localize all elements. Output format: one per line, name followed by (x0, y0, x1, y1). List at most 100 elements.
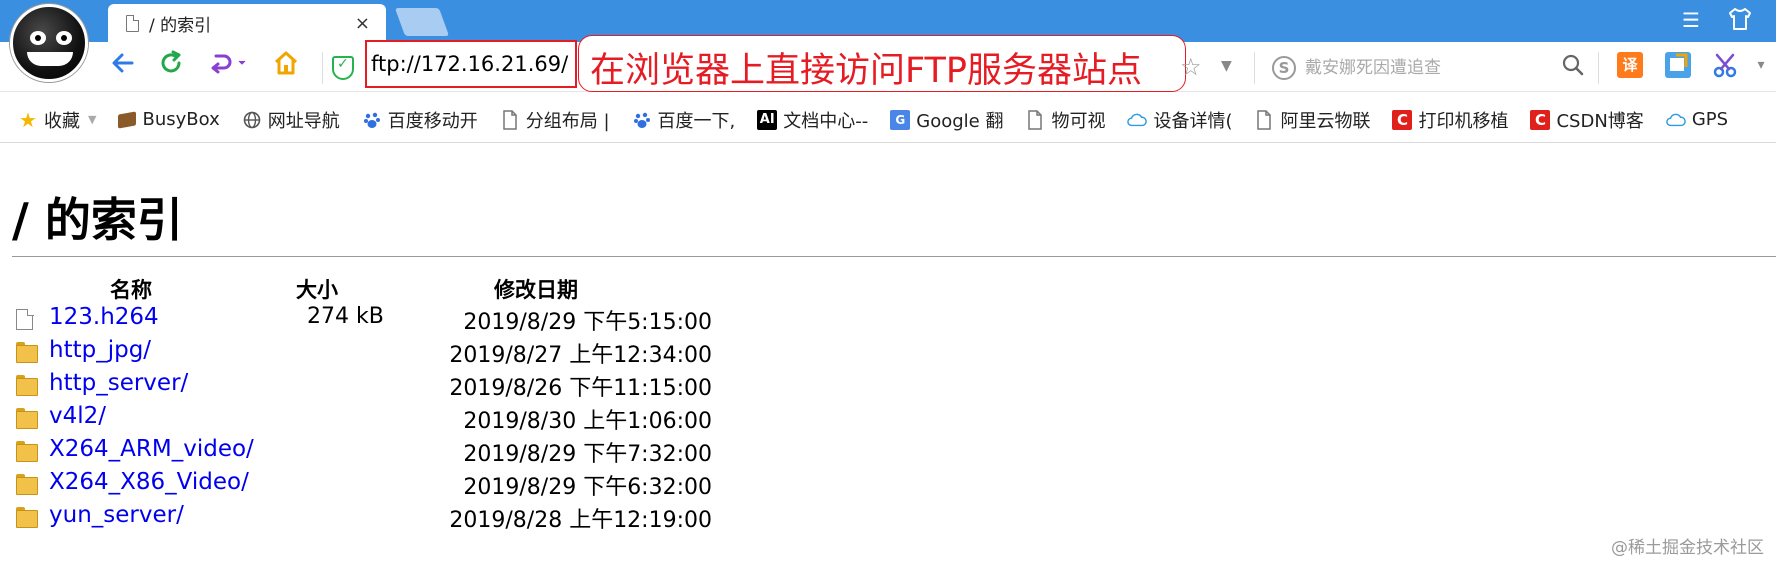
bookmark-item[interactable]: 百度一下, (632, 107, 736, 133)
entry-date: 2019/8/29 下午7:32:00 (463, 442, 712, 467)
bookmark-item[interactable]: ★ 收藏 ▼ (18, 107, 96, 133)
home-button[interactable] (273, 50, 299, 84)
bookmark-label: CSDN博客 (1556, 110, 1644, 132)
bookmark-item[interactable]: 设备详情( (1127, 107, 1232, 133)
entry-link[interactable]: X264_ARM_video/ (49, 436, 254, 462)
bookmark-item[interactable]: 物可视 (1025, 107, 1105, 133)
security-shield-icon[interactable] (332, 56, 354, 80)
undo-close-button[interactable] (208, 50, 248, 84)
entry-date: 2019/8/29 下午6:32:00 (463, 475, 712, 500)
tab-active[interactable]: / 的索引 × (108, 4, 386, 42)
bookmark-label: 收藏 (44, 110, 80, 132)
entry-link[interactable]: X264_X86_Video/ (49, 469, 249, 495)
table-row: 123.h264 274 kB 2019/8/29 下午5:15:00 (12, 304, 712, 337)
page-icon (1254, 109, 1274, 130)
bookmark-label: 文档中心-- (783, 110, 869, 132)
bookmark-item[interactable]: 网址导航 (242, 107, 340, 133)
bookmark-item[interactable]: 分组布局 | (500, 107, 610, 133)
screenshot-extension-icon[interactable] (1665, 52, 1691, 78)
bookmark-item[interactable]: 阿里云物联 (1254, 107, 1370, 133)
bookmark-label: 设备详情( (1153, 110, 1233, 132)
table-row: v4l2/2019/8/30 上午1:06:00 (12, 403, 712, 436)
bookmark-item[interactable]: BusyBox (118, 109, 220, 130)
callout-text: 在浏览器上直接访问FTP服务器站点 (590, 51, 1143, 91)
chevron-down-icon[interactable]: ▼ (88, 113, 96, 126)
bookmark-label: Google 翻 (916, 110, 1004, 132)
bookmark-item[interactable]: GPS (1666, 109, 1728, 130)
file-icon (16, 308, 34, 330)
csdn-icon: C (1392, 109, 1413, 130)
bookmark-item[interactable]: C 打印机移植 (1392, 107, 1508, 133)
search-input[interactable] (1305, 53, 1555, 83)
entry-link[interactable]: yun_server/ (49, 502, 184, 528)
table-row: http_jpg/2019/8/27 上午12:34:00 (12, 337, 712, 370)
column-header-name[interactable]: 名称 (110, 274, 152, 304)
menu-icon[interactable]: ☰ (1682, 8, 1700, 32)
bookmark-item[interactable]: G Google 翻 (890, 107, 1003, 133)
folder-icon (16, 342, 38, 363)
tab-close-icon[interactable]: × (355, 13, 370, 34)
star-icon: ★ (19, 107, 37, 132)
bookmark-item[interactable]: AI 文档中心-- (757, 107, 868, 133)
entry-date: 2019/8/30 上午1:06:00 (463, 409, 712, 434)
arrow-left-icon (112, 53, 134, 73)
entry-link[interactable]: http_jpg/ (49, 337, 151, 363)
chevron-down-icon[interactable]: ▾ (1748, 52, 1774, 78)
page-icon (126, 14, 139, 32)
column-header-size[interactable]: 大小 (296, 274, 338, 304)
folder-icon (16, 375, 38, 396)
bookmark-label: GPS (1691, 109, 1729, 130)
home-icon (274, 51, 298, 75)
entry-link[interactable]: v4l2/ (49, 403, 106, 429)
search-engine-icon[interactable]: S (1272, 56, 1296, 80)
entry-date: 2019/8/28 上午12:19:00 (449, 508, 712, 533)
entry-link[interactable]: 123.h264 (49, 304, 159, 330)
bookmark-item[interactable]: 百度移动开 (362, 107, 478, 133)
folder-icon (16, 507, 38, 528)
page-icon (500, 109, 520, 130)
scissors-icon[interactable] (1713, 52, 1739, 78)
bookmark-label: 分组布局 | (525, 110, 610, 132)
bookmark-label: 网址导航 (267, 110, 340, 132)
google-translate-icon: G (890, 109, 911, 130)
bookmarks-bar: ★ 收藏 ▼ BusyBox 网址导航 百度移动开 分组布局 | 百度一下, AI 文档中心-- G… (0, 97, 1776, 143)
undo-icon (211, 54, 246, 74)
annotation-callout: 在浏览器上直接访问FTP服务器站点 (578, 35, 1186, 92)
folder-icon (16, 474, 38, 495)
skin-icon[interactable] (1728, 8, 1752, 35)
table-row: X264_X86_Video/2019/8/29 下午6:32:00 (12, 469, 712, 502)
refresh-icon (161, 50, 181, 73)
folder-icon (16, 441, 38, 462)
translate-icon[interactable]: 译 (1617, 52, 1643, 78)
bookmark-label: 百度移动开 (387, 110, 478, 132)
url-text: ftp://172.16.21.69/ (371, 52, 569, 76)
table-row: yun_server/2019/8/28 上午12:19:00 (12, 502, 712, 535)
baidu-icon (632, 110, 652, 130)
entry-link[interactable]: http_server/ (49, 370, 188, 396)
folder-icon (16, 408, 38, 429)
globe-icon (242, 110, 262, 130)
table-row: X264_ARM_video/2019/8/29 下午7:32:00 (12, 436, 712, 469)
busybox-icon (118, 110, 137, 129)
refresh-button[interactable] (158, 50, 184, 84)
tab-title: / 的索引 (149, 15, 212, 36)
entry-date: 2019/8/29 下午5:15:00 (463, 310, 712, 335)
bookmark-item[interactable]: C CSDN博客 (1530, 107, 1644, 133)
new-tab-button[interactable] (394, 8, 450, 36)
back-button[interactable] (110, 50, 136, 84)
table-row: http_server/2019/8/26 下午11:15:00 (12, 370, 712, 403)
column-header-modified[interactable]: 修改日期 (494, 274, 578, 304)
divider (12, 256, 1776, 257)
address-bar[interactable]: ftp://172.16.21.69/ (365, 40, 577, 88)
page-icon (1025, 109, 1045, 130)
cloud-icon (1127, 110, 1148, 130)
entry-date: 2019/8/27 上午12:34:00 (449, 343, 712, 368)
bookmark-star-icon[interactable]: ☆ (1180, 53, 1202, 81)
search-icon[interactable] (1562, 54, 1584, 76)
bookmark-label: 百度一下, (657, 110, 736, 132)
page-title: / 的索引 (12, 193, 183, 247)
cloud-icon (1666, 110, 1686, 130)
chevron-down-icon[interactable]: ▼ (1221, 58, 1232, 74)
baidu-icon (362, 110, 382, 130)
ai-icon: AI (757, 109, 778, 130)
